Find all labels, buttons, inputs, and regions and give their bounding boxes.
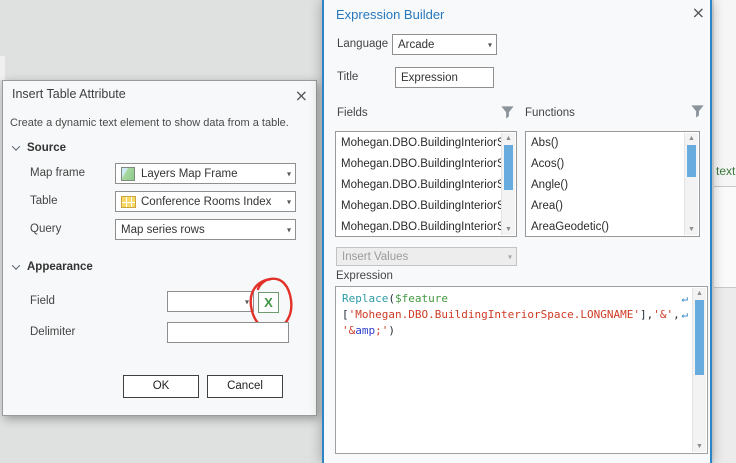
insert-values-label: Insert Values xyxy=(342,250,409,263)
dialog-title: Insert Table Attribute xyxy=(12,87,126,101)
code-line: ['Mohegan.DBO.BuildingInteriorSpace.LONG… xyxy=(342,307,688,323)
code-line: '&amp;') xyxy=(342,323,672,339)
language-dropdown[interactable]: Arcade xyxy=(392,34,497,55)
map-frame-value: Layers Map Frame xyxy=(141,167,238,180)
map-frame-icon xyxy=(121,166,135,181)
fields-label: Fields xyxy=(337,107,368,119)
background-clipped-text: text xyxy=(716,164,736,178)
code-segment: [ xyxy=(342,308,349,321)
background-divider xyxy=(714,287,736,288)
functions-list-items: Abs() Acos() Angle() Area() AreaGeodetic() xyxy=(526,133,685,235)
functions-scrollbar[interactable]: ▲ ▼ xyxy=(684,133,698,235)
list-item[interactable]: Acos() xyxy=(526,154,685,175)
query-label: Query xyxy=(30,223,62,235)
close-icon[interactable]: × xyxy=(692,5,705,21)
code-segment: '& xyxy=(342,324,356,337)
insert-values-dropdown[interactable]: Insert Values xyxy=(336,247,517,266)
scroll-up-icon[interactable]: ▲ xyxy=(693,288,706,299)
expression-label: Expression xyxy=(336,270,393,282)
scroll-down-icon[interactable]: ▼ xyxy=(685,224,698,235)
scrollbar-thumb[interactable] xyxy=(687,145,696,177)
scroll-down-icon[interactable]: ▼ xyxy=(502,224,515,235)
wrap-arrow-icon: ↵ xyxy=(681,292,688,305)
insert-table-attribute-dialog: Insert Table Attribute × Create a dynami… xyxy=(2,80,317,416)
fields-list-items: Mohegan.DBO.BuildingInteriorSpaceMohegan… xyxy=(336,133,502,235)
list-item[interactable]: Abs() xyxy=(526,133,685,154)
expression-editor[interactable]: Replace($feature ↵ ['Mohegan.DBO.BuildingI… xyxy=(335,286,708,454)
code-segment: $feature xyxy=(394,292,448,305)
scrollbar-thumb[interactable] xyxy=(695,300,704,375)
scroll-up-icon[interactable]: ▲ xyxy=(502,133,515,144)
cancel-button[interactable]: Cancel xyxy=(207,375,283,398)
delimiter-label: Delimiter xyxy=(30,326,76,338)
dialog-description: Create a dynamic text element to show da… xyxy=(10,117,289,129)
list-item[interactable]: AreaGeodetic() xyxy=(526,217,685,235)
code-segment: ], xyxy=(640,308,654,321)
code-segment: ) xyxy=(388,324,395,337)
chevron-down-icon xyxy=(11,142,21,151)
section-source[interactable]: Source xyxy=(11,142,66,154)
functions-list: Abs() Acos() Angle() Area() AreaGeodetic() ▲… xyxy=(525,131,700,237)
code-segment: ;' xyxy=(375,324,389,337)
scroll-down-icon[interactable]: ▼ xyxy=(693,441,706,452)
delimiter-input[interactable] xyxy=(167,322,289,343)
list-item[interactable]: Area() xyxy=(526,196,685,217)
table-value: Conference Rooms Index xyxy=(141,195,272,208)
dialog-title: Expression Builder xyxy=(336,7,445,22)
code-segment: ( xyxy=(388,292,395,305)
fields-filter-icon[interactable] xyxy=(500,105,515,120)
fields-list: Mohegan.DBO.BuildingInteriorSpaceMohegan… xyxy=(335,131,517,237)
code-segment: Replace xyxy=(342,292,389,305)
query-dropdown[interactable]: Map series rows xyxy=(115,219,296,240)
functions-filter-icon[interactable] xyxy=(690,104,705,119)
code-segment: '&' xyxy=(653,308,674,321)
query-value: Map series rows xyxy=(121,223,205,236)
background-panel xyxy=(714,287,736,463)
code-line: Replace($feature ↵ xyxy=(342,291,688,307)
field-dropdown[interactable] xyxy=(167,291,254,312)
section-appearance[interactable]: Appearance xyxy=(11,261,93,273)
set-expression-button[interactable]: X xyxy=(258,292,279,313)
code-segment: amp xyxy=(355,324,376,337)
screen: text Insert Table Attribute × Create a d… xyxy=(0,0,736,463)
expression-builder-dialog: Expression Builder × Language Arcade Tit… xyxy=(322,0,712,463)
language-value: Arcade xyxy=(398,38,435,51)
title-input[interactable] xyxy=(395,67,494,88)
list-item[interactable]: Mohegan.DBO.BuildingInteriorSpace xyxy=(336,196,502,217)
code-segment: 'Mohegan.DBO.BuildingInteriorSpace.LONGN… xyxy=(348,308,641,321)
background-divider xyxy=(714,186,736,187)
green-x-icon: X xyxy=(264,294,273,310)
field-label: Field xyxy=(30,295,55,307)
background-panel xyxy=(0,56,5,80)
expression-code[interactable]: Replace($feature ↵ ['Mohegan.DBO.BuildingI… xyxy=(337,288,692,452)
scroll-up-icon[interactable]: ▲ xyxy=(685,133,698,144)
list-item[interactable]: Mohegan.DBO.BuildingInteriorSpace xyxy=(336,175,502,196)
list-item[interactable]: Mohegan.DBO.BuildingInteriorSpace xyxy=(336,217,502,235)
map-frame-label: Map frame xyxy=(30,167,85,179)
table-dropdown[interactable]: Conference Rooms Index xyxy=(115,191,296,212)
fields-scrollbar[interactable]: ▲ ▼ xyxy=(501,133,515,235)
background-panel xyxy=(714,0,736,187)
background-panel xyxy=(714,187,736,287)
table-icon xyxy=(121,195,136,208)
wrap-arrow-icon: ↵ xyxy=(681,308,688,321)
table-label: Table xyxy=(30,195,58,207)
close-icon[interactable]: × xyxy=(295,88,308,104)
chevron-down-icon xyxy=(11,261,21,270)
list-item[interactable]: Mohegan.DBO.BuildingInteriorSpace xyxy=(336,154,502,175)
scrollbar-thumb[interactable] xyxy=(504,145,513,190)
list-item[interactable]: Angle() xyxy=(526,175,685,196)
expression-scrollbar[interactable]: ▲ ▼ xyxy=(692,288,706,452)
functions-label: Functions xyxy=(525,107,575,119)
title-label: Title xyxy=(337,71,359,83)
ok-button[interactable]: OK xyxy=(123,375,199,398)
code-segment: , xyxy=(673,308,680,321)
language-label: Language xyxy=(337,38,389,50)
list-item[interactable]: Mohegan.DBO.BuildingInteriorSpace xyxy=(336,133,502,154)
map-frame-dropdown[interactable]: Layers Map Frame xyxy=(115,163,296,184)
